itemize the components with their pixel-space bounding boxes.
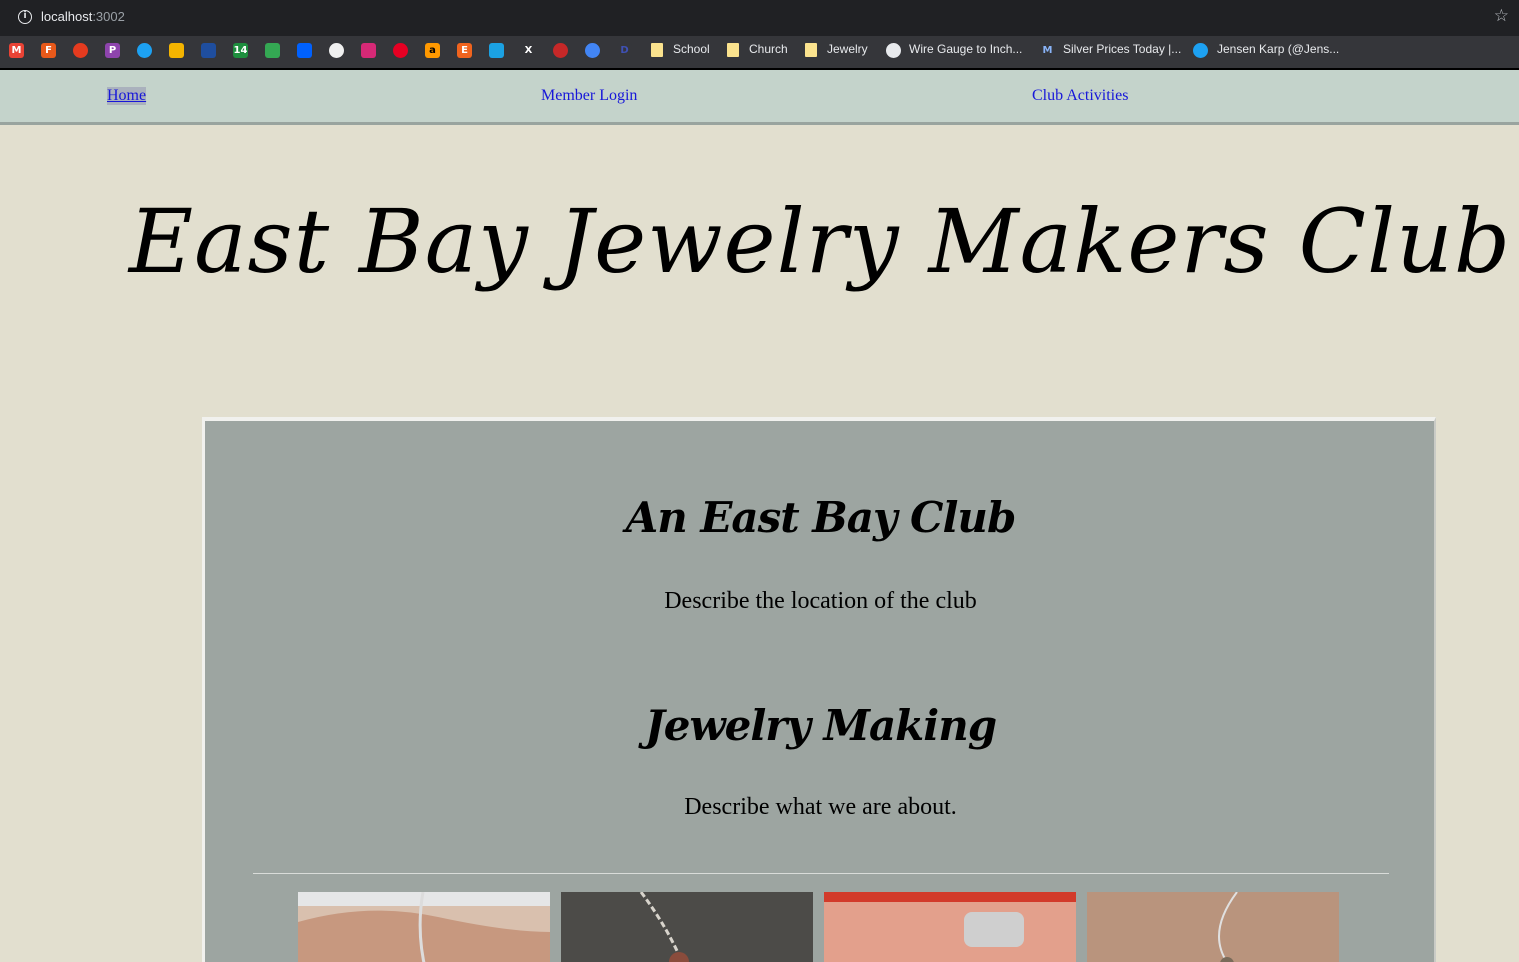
- site-info-icon[interactable]: i: [18, 10, 32, 24]
- address-bar: i localhost:3002 ☆: [0, 0, 1519, 36]
- bookmark-star-icon[interactable]: ☆: [1494, 6, 1509, 26]
- gmail-icon[interactable]: M: [9, 43, 24, 58]
- m-icon: M: [1040, 43, 1055, 58]
- weather-icon[interactable]: [201, 43, 216, 58]
- pinterest-icon[interactable]: [393, 43, 408, 58]
- app-icon[interactable]: [489, 43, 504, 58]
- fire-icon[interactable]: F: [41, 43, 56, 58]
- x-icon[interactable]: X: [521, 43, 536, 58]
- twitter-icon: [1193, 43, 1208, 58]
- gallery-photo-pendant[interactable]: [1087, 892, 1339, 962]
- twitter-icon[interactable]: [137, 43, 152, 58]
- disney-icon[interactable]: D: [617, 43, 632, 58]
- globe-icon: [886, 43, 901, 58]
- gift-icon[interactable]: [169, 43, 184, 58]
- bookmark-folder-jewelry[interactable]: Jewelry: [827, 42, 868, 56]
- chrome-icon[interactable]: [585, 43, 600, 58]
- section-text-location: Describe the location of the club: [664, 588, 977, 614]
- gallery-photo-bracelet[interactable]: [298, 892, 550, 962]
- nav-member-login-link[interactable]: Member Login: [541, 87, 637, 105]
- nav-club-activities-link[interactable]: Club Activities: [1032, 87, 1128, 105]
- bookmark-wire-gauge[interactable]: Wire Gauge to Inch...: [909, 42, 1022, 56]
- tomato-icon[interactable]: [73, 43, 88, 58]
- amazon-icon[interactable]: a: [425, 43, 440, 58]
- gallery-photo-chain[interactable]: [561, 892, 813, 962]
- section-text-about: Describe what we are about.: [684, 794, 957, 820]
- site-nav: Home Member Login Club Activities: [0, 70, 1519, 125]
- c-icon[interactable]: [553, 43, 568, 58]
- folder-icon: [805, 43, 817, 57]
- paypal-icon[interactable]: P: [105, 43, 120, 58]
- site-title: East Bay Jewelry Makers Club: [128, 190, 1512, 293]
- bookmark-folder-church[interactable]: Church: [749, 42, 788, 56]
- nav-home-link[interactable]: Home: [107, 87, 147, 105]
- bookmark-jensen-karp[interactable]: Jensen Karp (@Jens...: [1217, 42, 1339, 56]
- folder-icon: [727, 43, 739, 57]
- divider: [253, 873, 1389, 874]
- etsy-icon[interactable]: E: [457, 43, 472, 58]
- google-drive-icon[interactable]: [265, 43, 280, 58]
- bookmark-folder-school[interactable]: School: [673, 42, 710, 56]
- section-heading-club: An East Bay Club: [625, 493, 1017, 542]
- bookmark-silver-prices[interactable]: Silver Prices Today |...: [1063, 42, 1181, 56]
- github-icon[interactable]: [329, 43, 344, 58]
- folder-icon: [651, 43, 663, 57]
- gallery-photo-ring[interactable]: [824, 892, 1076, 962]
- url-field[interactable]: localhost:3002: [41, 9, 125, 24]
- section-heading-jewelry: Jewelry Making: [644, 701, 997, 750]
- dropbox-icon[interactable]: [297, 43, 312, 58]
- instagram-icon[interactable]: [361, 43, 376, 58]
- calendar-icon[interactable]: 14: [233, 43, 248, 58]
- main-panel: An East Bay Club Describe the location o…: [202, 417, 1436, 962]
